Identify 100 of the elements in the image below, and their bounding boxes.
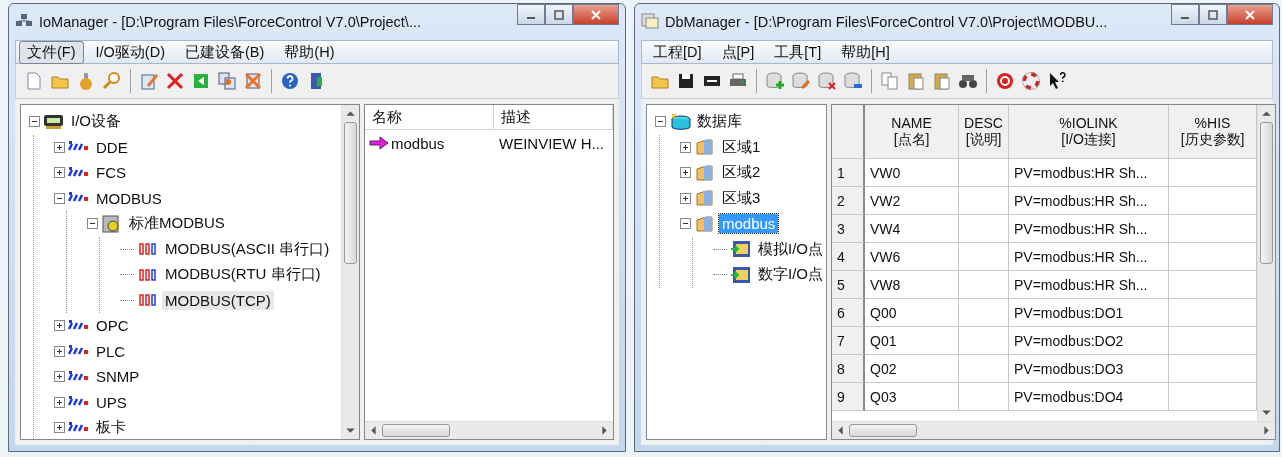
tree-item[interactable]: 数据库 <box>694 111 745 133</box>
menu-item[interactable]: I/O驱动(D) <box>87 40 173 64</box>
expand-button[interactable] <box>54 320 65 332</box>
list-cell[interactable]: modbus <box>365 134 495 152</box>
collapse-button[interactable] <box>655 116 666 128</box>
tree-item[interactable]: 区域1 <box>719 136 764 158</box>
column-header[interactable]: 描述 <box>494 105 613 129</box>
save-icon[interactable] <box>676 71 696 91</box>
table-cell <box>959 355 1009 383</box>
expand-button[interactable] <box>54 371 65 383</box>
tree-item[interactable]: FCS <box>93 163 129 183</box>
scroll-thumb[interactable] <box>849 424 917 437</box>
folder-icon <box>694 189 716 208</box>
column-header[interactable]: %IOLINK [I/O连接] <box>1009 105 1169 159</box>
table-cell: Q00 <box>865 299 959 327</box>
menu-item[interactable]: 帮助(H) <box>276 40 343 64</box>
column-header[interactable]: NAME [点名] <box>865 105 959 159</box>
table-cell <box>959 299 1009 327</box>
tree-item[interactable]: DDE <box>93 137 131 157</box>
expand-button[interactable] <box>54 396 65 408</box>
list-cell-text: WEINVIEW H... <box>498 134 605 152</box>
table-cell: Q03 <box>865 383 959 411</box>
table-cell <box>959 383 1009 411</box>
plus-icon <box>681 193 690 203</box>
copy-icon[interactable] <box>217 71 237 91</box>
scroll-thumb[interactable] <box>382 424 450 437</box>
menu-item[interactable]: 文件(F) <box>19 40 84 64</box>
delete-icon[interactable] <box>165 71 185 91</box>
help-icon[interactable] <box>280 71 300 91</box>
row-number: 7 <box>832 327 865 355</box>
column-header[interactable]: %HIS [历史参数] <box>1169 105 1257 159</box>
table-cell: PV=modbus:DO3 <box>1009 355 1169 383</box>
tree-item[interactable]: PLC <box>93 341 129 361</box>
tree-item[interactable]: 板卡 <box>93 417 129 439</box>
menu-item[interactable]: 工程[D] <box>645 40 710 64</box>
close-button[interactable] <box>1227 4 1273 25</box>
table-cell: PV=modbus:HR Sh... <box>1009 159 1169 187</box>
tree-item[interactable]: 区域3 <box>719 187 764 209</box>
expand-button[interactable] <box>680 192 691 204</box>
close-icon <box>1245 9 1255 20</box>
expand-button[interactable] <box>54 141 65 153</box>
tree-item[interactable]: UPS <box>93 392 130 412</box>
delete-database-icon[interactable] <box>817 71 837 91</box>
scroll-thumb[interactable] <box>1260 122 1273 264</box>
tree-item[interactable]: MODBUS <box>93 188 165 208</box>
column-header[interactable]: DESC [说明] <box>959 105 1009 159</box>
row-number: 6 <box>832 299 865 327</box>
expand-button[interactable] <box>54 167 65 179</box>
lifebuoy-icon[interactable] <box>1021 71 1041 91</box>
edit-icon[interactable] <box>139 71 159 91</box>
plus-icon <box>681 142 690 152</box>
column-header[interactable]: 名称 <box>365 105 494 129</box>
tree-item[interactable]: OPC <box>93 316 132 336</box>
tree-item[interactable]: 数字I/O点 <box>755 264 826 286</box>
close-button[interactable] <box>573 4 619 25</box>
expand-button[interactable] <box>54 345 65 357</box>
menu-item[interactable]: 点[P] <box>713 40 763 64</box>
tree-item[interactable]: MODBUS(ASCII 串行口) <box>162 238 333 260</box>
menu-item[interactable]: 工具[T] <box>766 40 830 64</box>
maximize-button[interactable] <box>1199 4 1227 25</box>
vertical-scrollbar[interactable] <box>341 105 359 439</box>
horizontal-scrollbar[interactable] <box>365 421 613 439</box>
vertical-scrollbar[interactable] <box>1257 105 1275 421</box>
paste-icon[interactable] <box>906 71 926 91</box>
tree-item[interactable]: I/O设备 <box>68 111 124 133</box>
tree-item[interactable]: 模拟I/O点 <box>755 238 826 260</box>
minimize-button[interactable] <box>1171 4 1199 25</box>
row-number: 9 <box>832 383 865 411</box>
collapse-button[interactable] <box>680 218 691 230</box>
io-board-icon <box>43 112 65 131</box>
add-database-icon[interactable] <box>765 71 785 91</box>
row-number: 5 <box>832 271 865 299</box>
row-number: 2 <box>832 187 865 215</box>
expand-button[interactable] <box>680 167 691 179</box>
maximize-button[interactable] <box>545 4 573 25</box>
menu-item[interactable]: 帮助[H] <box>833 40 898 64</box>
table-cell <box>959 327 1009 355</box>
search-icon[interactable] <box>102 71 122 91</box>
row-number: 8 <box>832 355 865 383</box>
tree-item[interactable]: 标准MODBUS <box>126 213 228 235</box>
expand-button[interactable] <box>680 141 691 153</box>
scroll-thumb[interactable] <box>344 122 357 264</box>
menu-item[interactable]: 已建设备(B) <box>177 40 273 64</box>
paste-special-icon[interactable] <box>932 71 952 91</box>
help-pointer-icon[interactable] <box>1047 71 1067 91</box>
expand-button[interactable] <box>54 422 65 434</box>
collapse-button[interactable] <box>29 116 40 128</box>
table-cell: VW4 <box>865 215 959 243</box>
window-title: DbManager - [D:\Program Files\ForceControl V7.0\Project\MODBU... <box>665 14 1109 30</box>
horizontal-scrollbar[interactable] <box>832 421 1275 439</box>
tree-item[interactable]: SNMP <box>93 367 143 387</box>
remove-icon[interactable] <box>243 71 263 91</box>
tree-item[interactable]: MODBUS(RTU 串行口) <box>162 264 324 286</box>
minimize-button[interactable] <box>517 4 545 25</box>
tree-item[interactable]: 区域2 <box>719 162 764 184</box>
database-list-icon[interactable] <box>843 71 863 91</box>
edit-database-icon[interactable] <box>791 71 811 91</box>
tree-item[interactable]: MODBUS(TCP) <box>162 290 274 310</box>
collapse-button[interactable] <box>87 218 98 230</box>
collapse-button[interactable] <box>54 192 65 204</box>
